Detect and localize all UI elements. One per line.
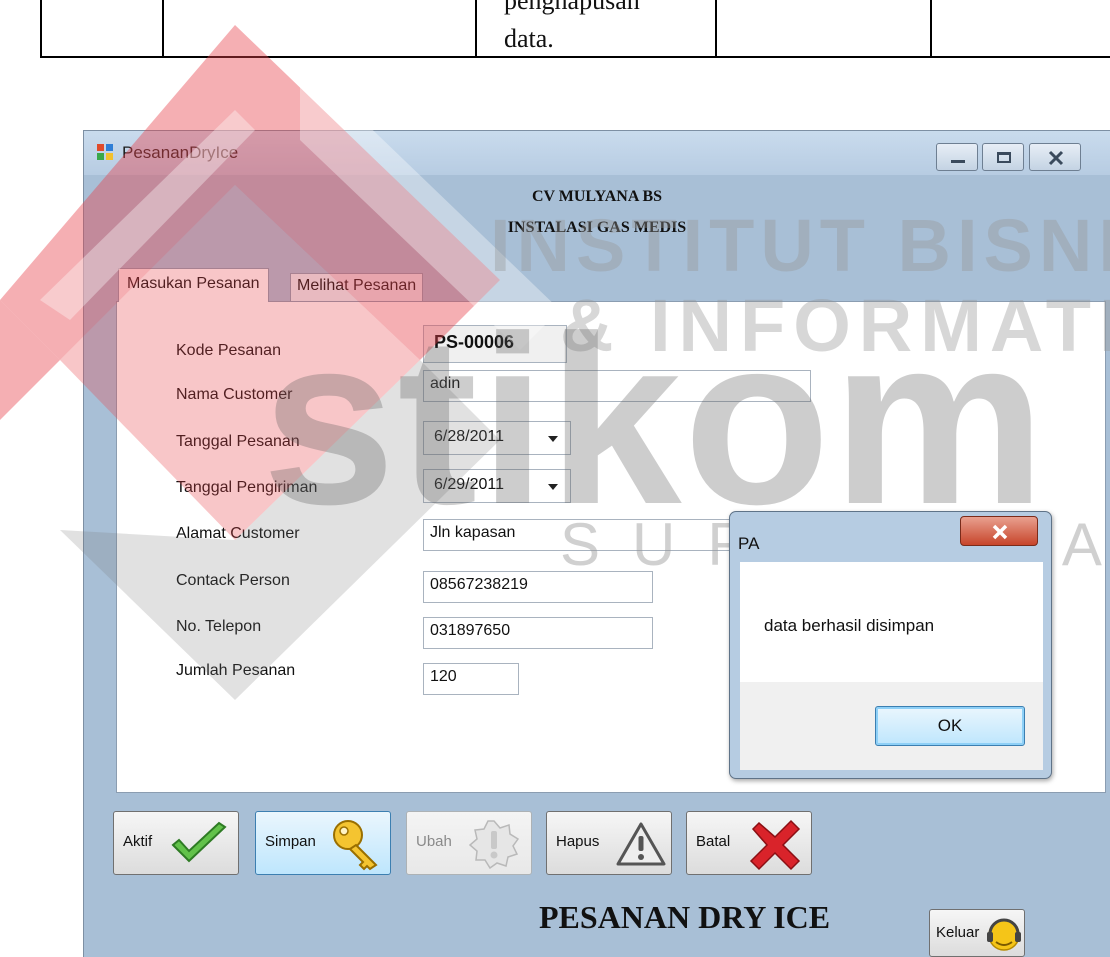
table-border: [40, 0, 42, 58]
dialog-message: data berhasil disimpan: [764, 616, 935, 635]
contact-person-label: Contack Person: [176, 572, 290, 589]
maximize-button[interactable]: [982, 143, 1024, 171]
minimize-icon: [951, 160, 965, 163]
dialog-close-button[interactable]: [960, 516, 1038, 546]
tab-melihat-pesanan[interactable]: Melihat Pesanan: [290, 273, 424, 301]
chevron-down-icon[interactable]: [548, 436, 558, 442]
table-border: [930, 0, 932, 58]
aktif-button[interactable]: Aktif: [113, 811, 239, 875]
app-icon: [97, 144, 113, 160]
contact-person-field[interactable]: 08567238219: [423, 571, 653, 603]
minimize-button[interactable]: [936, 143, 978, 171]
maximize-icon: [997, 152, 1011, 163]
dialog-title: PA: [738, 534, 760, 553]
batal-button[interactable]: Batal: [686, 811, 812, 875]
message-dialog: PA data berhasil disimpan OK: [729, 511, 1052, 779]
tanggal-pengiriman-value: 6/29/2011: [434, 476, 504, 493]
table-border: [475, 0, 477, 58]
table-border: [162, 0, 164, 58]
hapus-label: Hapus: [556, 833, 600, 850]
nama-customer-label: Nama Customer: [176, 386, 293, 403]
window-titlebar: PesananDryIce: [84, 131, 1110, 175]
tanggal-pesanan-value: 6/28/2011: [434, 428, 504, 445]
company-name: CV MULYANA BS: [531, 188, 663, 205]
keluar-button[interactable]: Keluar: [929, 909, 1025, 957]
dialog-content-area: data berhasil disimpan: [740, 562, 1043, 682]
chevron-down-icon[interactable]: [548, 484, 558, 490]
window-title: PesananDryIce: [122, 143, 239, 162]
close-icon: [992, 524, 1008, 540]
kode-pesanan-field: PS-00006: [423, 325, 567, 363]
tanggal-pengiriman-label: Tanggal Pengiriman: [176, 479, 318, 496]
nama-customer-field[interactable]: adin: [423, 370, 811, 402]
alamat-customer-label: Alamat Customer: [176, 525, 300, 542]
company-subtitle: INSTALASI GAS MEDIS: [507, 219, 687, 236]
warning-triangle-icon: [616, 822, 666, 866]
form-title: PESANAN DRY ICE: [539, 899, 831, 935]
ubah-label: Ubah: [416, 833, 452, 850]
red-x-icon: [749, 819, 801, 871]
support-headset-icon: [987, 918, 1021, 951]
no-telepon-label: No. Telepon: [176, 618, 262, 635]
ubah-button[interactable]: Ubah: [406, 811, 532, 875]
hapus-button[interactable]: Hapus: [546, 811, 672, 875]
table-border: [715, 0, 717, 58]
table-cell-text: penghapusan: [504, 0, 640, 15]
simpan-button[interactable]: Simpan: [255, 811, 391, 875]
window-close-button[interactable]: [1029, 143, 1081, 171]
tanggal-pesanan-picker[interactable]: 6/28/2011: [423, 421, 571, 455]
kode-pesanan-label: Kode Pesanan: [176, 342, 281, 359]
tanggal-pengiriman-picker[interactable]: 6/29/2011: [423, 469, 571, 503]
close-icon: [1048, 150, 1064, 166]
tab-masukan-pesanan[interactable]: Masukan Pesanan: [118, 268, 269, 302]
table-border: [40, 56, 1110, 58]
document-table-fragment: penghapusan data.: [0, 0, 1110, 58]
jumlah-pesanan-field[interactable]: 120: [423, 663, 519, 695]
keluar-label: Keluar: [936, 924, 980, 941]
dialog-body: data berhasil disimpan OK: [740, 562, 1043, 770]
jumlah-pesanan-label: Jumlah Pesanan: [176, 662, 296, 679]
no-telepon-field[interactable]: 031897650: [423, 617, 653, 649]
simpan-label: Simpan: [265, 833, 316, 850]
ok-button[interactable]: OK: [875, 706, 1025, 746]
checkmark-icon: [171, 821, 227, 863]
table-cell-text: data.: [504, 24, 554, 53]
aktif-label: Aktif: [123, 833, 153, 850]
warning-badge-icon: [469, 820, 519, 869]
batal-label: Batal: [696, 833, 731, 850]
key-icon: [333, 820, 378, 871]
tanggal-pesanan-label: Tanggal Pesanan: [176, 433, 300, 450]
